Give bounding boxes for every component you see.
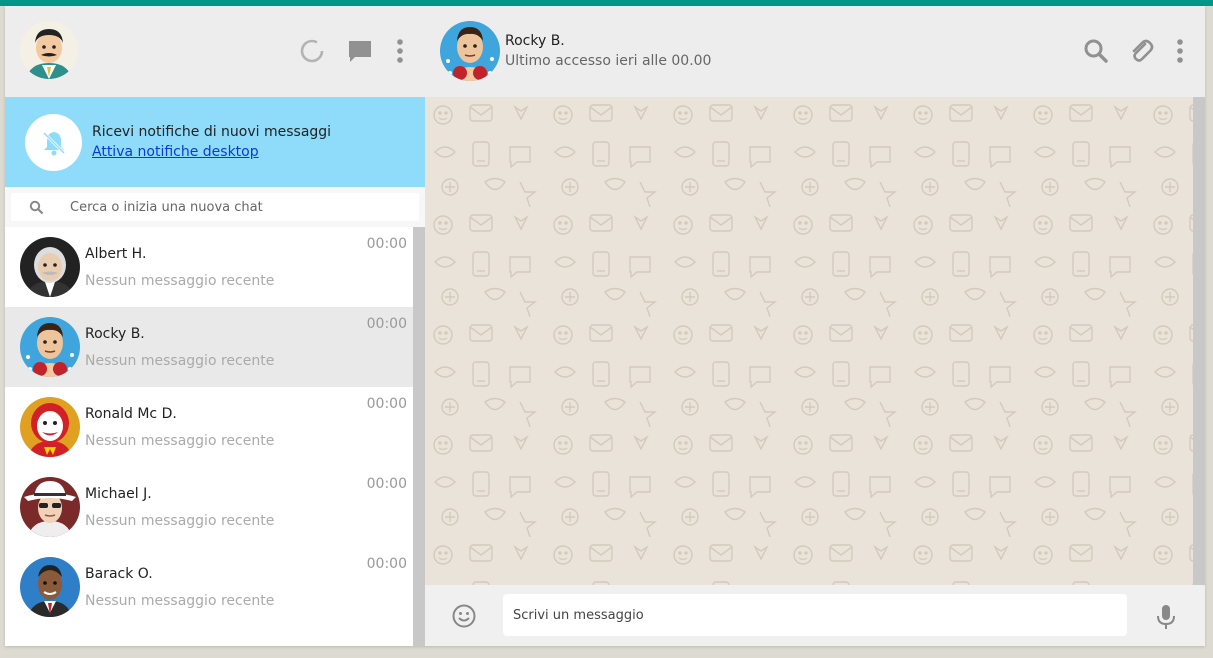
chat-name: Ronald Mc D. — [85, 406, 177, 422]
chat-last-message: Nessun messaggio recente — [85, 513, 275, 529]
new-chat-icon[interactable] — [347, 38, 373, 64]
chat-name: Albert H. — [85, 246, 147, 262]
message-area-scrollbar[interactable] — [1193, 97, 1205, 585]
chat-last-message: Nessun messaggio recente — [85, 273, 275, 289]
left-header — [5, 6, 425, 97]
chat-name: Rocky B. — [85, 326, 145, 342]
emoji-icon[interactable] — [451, 603, 477, 633]
status-icon[interactable] — [299, 38, 325, 64]
enable-desktop-notifications-link[interactable]: Attiva notifiche desktop — [92, 144, 259, 160]
contact-avatar[interactable] — [440, 21, 500, 81]
avatar-rocky-icon — [440, 21, 500, 81]
avatar — [20, 237, 80, 297]
avatar — [20, 317, 80, 377]
chat-time: 00:00 — [366, 236, 407, 252]
chat-time: 00:00 — [366, 396, 407, 412]
chat-time: 00:00 — [366, 316, 407, 332]
search-box — [11, 193, 419, 221]
chat-last-message: Nessun messaggio recente — [85, 593, 275, 609]
chat-last-message: Nessun messaggio recente — [85, 433, 275, 449]
avatar-me-icon — [20, 21, 78, 79]
search-icon[interactable] — [1083, 38, 1109, 64]
message-area — [425, 97, 1193, 585]
chat-item-ronald[interactable]: Ronald Mc D. Nessun messaggio recente 00… — [5, 387, 413, 467]
avatar-rocky-icon — [20, 317, 80, 377]
menu-icon[interactable] — [387, 38, 413, 64]
chat-name: Michael J. — [85, 486, 152, 502]
notification-banner: Ricevi notifiche di nuovi messaggi Attiv… — [5, 97, 425, 187]
chat-list-pane: Ricevi notifiche di nuovi messaggi Attiv… — [5, 6, 425, 646]
chat-item-rocky[interactable]: Rocky B. Nessun messaggio recente 00:00 — [5, 307, 413, 387]
my-avatar[interactable] — [20, 21, 78, 79]
chat-item-barack[interactable]: Barack O. Nessun messaggio recente 00:00 — [5, 547, 413, 627]
avatar-albert-icon — [20, 237, 80, 297]
menu-icon[interactable] — [1167, 38, 1193, 64]
notification-title: Ricevi notifiche di nuovi messaggi — [92, 124, 332, 140]
search-input[interactable] — [61, 193, 419, 221]
avatar-ronald-icon — [20, 397, 80, 457]
chat-time: 00:00 — [366, 556, 407, 572]
composer-bar — [425, 585, 1205, 646]
chat-time: 00:00 — [366, 476, 407, 492]
chat-item-michael[interactable]: Michael J. Nessun messaggio recente 00:0… — [5, 467, 413, 547]
chat-name: Barack O. — [85, 566, 153, 582]
contact-last-seen: Ultimo accesso ieri alle 00.00 — [505, 53, 712, 69]
message-input[interactable] — [503, 594, 1127, 636]
conversation-header: Rocky B. Ultimo accesso ieri alle 00.00 — [425, 6, 1205, 97]
chat-list: Albert H. Nessun messaggio recente 00:00 — [5, 227, 413, 646]
microphone-icon[interactable] — [1155, 603, 1177, 635]
conversation-pane: Rocky B. Ultimo accesso ieri alle 00.00 — [425, 6, 1205, 646]
chat-last-message: Nessun messaggio recente — [85, 353, 275, 369]
doodle-background — [425, 97, 1193, 585]
avatar — [20, 557, 80, 617]
avatar-barack-icon — [20, 557, 80, 617]
app-window: Ricevi notifiche di nuovi messaggi Attiv… — [5, 6, 1205, 646]
chat-item-albert[interactable]: Albert H. Nessun messaggio recente 00:00 — [5, 227, 413, 307]
avatar — [20, 397, 80, 457]
contact-name: Rocky B. — [505, 33, 565, 49]
bell-off-icon — [25, 114, 82, 171]
search-bar — [5, 187, 425, 227]
attach-icon[interactable] — [1128, 38, 1154, 64]
avatar — [20, 477, 80, 537]
chat-list-scrollbar[interactable] — [413, 227, 425, 646]
avatar-michael-icon — [20, 477, 80, 537]
search-icon — [29, 200, 44, 219]
